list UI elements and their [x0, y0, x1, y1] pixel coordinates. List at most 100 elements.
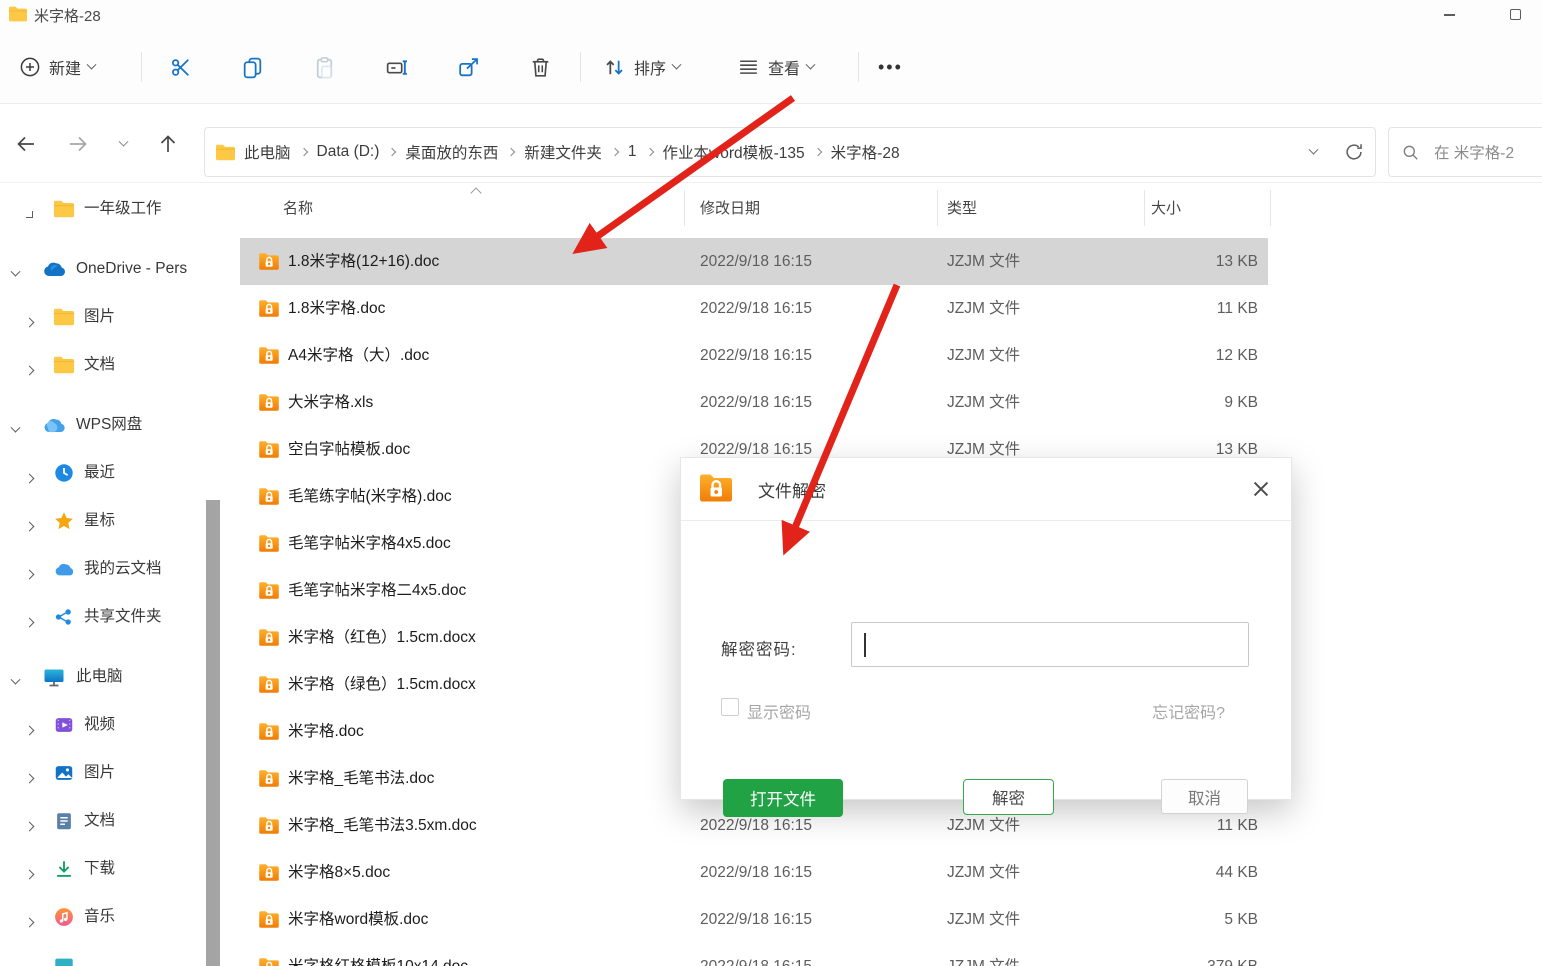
- sidebar-item[interactable]: 此电脑: [0, 653, 224, 701]
- sidebar-scrollbar-thumb[interactable]: [206, 500, 220, 966]
- expander-icon[interactable]: [25, 822, 35, 832]
- cancel-button[interactable]: 取消: [1161, 779, 1248, 814]
- sidebar-item[interactable]: 文档: [0, 341, 224, 389]
- expander-icon[interactable]: [25, 870, 35, 880]
- sidebar-item-label: 最近: [84, 449, 115, 497]
- file-type: JZJM 文件: [947, 332, 1020, 379]
- file-row[interactable]: 米字格8×5.doc 2022/9/18 16:15 JZJM 文件 44 KB: [240, 849, 1268, 896]
- close-icon[interactable]: [1246, 474, 1276, 504]
- sidebar-item[interactable]: 文档: [0, 797, 224, 845]
- file-row[interactable]: 大米字格.xls 2022/9/18 16:15 JZJM 文件 9 KB: [240, 379, 1268, 426]
- breadcrumb-item[interactable]: 桌面放的东西: [405, 141, 498, 163]
- column-divider[interactable]: [684, 190, 685, 226]
- maximize-button[interactable]: [1492, 0, 1538, 29]
- sidebar-item[interactable]: OneDrive - Pers: [0, 245, 224, 293]
- file-name: 米字格.doc: [288, 708, 364, 755]
- view-button-label: 查看: [768, 55, 800, 79]
- new-button[interactable]: 新建: [18, 30, 95, 104]
- open-file-button[interactable]: 打开文件: [723, 779, 843, 817]
- expander-icon[interactable]: [25, 366, 35, 376]
- copy-button[interactable]: [240, 30, 265, 104]
- breadcrumb-item[interactable]: Data (D:): [317, 143, 380, 161]
- decrypt-button[interactable]: 解密: [963, 779, 1054, 815]
- expander-icon[interactable]: [11, 267, 21, 277]
- back-button[interactable]: [13, 131, 39, 157]
- sort-icon: [602, 55, 627, 80]
- column-divider[interactable]: [937, 190, 938, 226]
- rename-button[interactable]: [384, 30, 409, 104]
- sidebar-item[interactable]: 一年级工作: [0, 185, 224, 233]
- paste-button[interactable]: [312, 30, 337, 104]
- column-divider[interactable]: [1270, 190, 1271, 226]
- expander-icon[interactable]: [25, 918, 35, 928]
- expander-icon[interactable]: [26, 211, 33, 218]
- cut-button[interactable]: [168, 30, 193, 104]
- expander-icon[interactable]: [25, 774, 35, 784]
- breadcrumb-item[interactable]: 米字格-28: [831, 141, 900, 163]
- breadcrumb-item[interactable]: 作业本word模板-135: [663, 141, 805, 163]
- search-box[interactable]: 在 米字格-2: [1388, 127, 1542, 177]
- expander-icon[interactable]: [25, 618, 35, 628]
- sidebar-item[interactable]: 共享文件夹: [0, 593, 224, 641]
- file-row[interactable]: 米字格红格模板10x14.doc 2022/9/18 16:15 JZJM 文件…: [240, 943, 1268, 966]
- sort-ascending-icon: [470, 187, 481, 198]
- expander-icon[interactable]: [25, 570, 35, 580]
- recent-locations-button[interactable]: [110, 131, 136, 157]
- breadcrumb-item[interactable]: 新建文件夹: [524, 141, 602, 163]
- search-input[interactable]: 在 米字格-2: [1434, 141, 1514, 163]
- breadcrumb-item[interactable]: 此电脑: [244, 141, 291, 163]
- rename-icon: [384, 55, 409, 80]
- chevron-down-icon: [806, 59, 816, 69]
- column-header-type[interactable]: 类型: [947, 197, 977, 218]
- sidebar-item[interactable]: 最近: [0, 449, 224, 497]
- show-password-checkbox[interactable]: [721, 698, 739, 716]
- address-dropdown-icon[interactable]: [1309, 144, 1319, 154]
- sort-button[interactable]: 排序: [602, 30, 680, 104]
- up-button[interactable]: [155, 131, 181, 157]
- locked-file-icon: [258, 815, 280, 836]
- expander-icon[interactable]: [25, 474, 35, 484]
- expander-icon[interactable]: [25, 318, 35, 328]
- forgot-password-link[interactable]: 忘记密码?: [1152, 699, 1225, 723]
- locked-file-icon: [258, 533, 280, 554]
- expander-icon[interactable]: [11, 675, 21, 685]
- dialog-header: 文件解密: [681, 458, 1291, 521]
- sidebar-item[interactable]: [0, 941, 224, 966]
- address-row: 此电脑 Data (D:) 桌面放的东西 新建文件夹 1: [0, 104, 1542, 183]
- column-header-date[interactable]: 修改日期: [700, 197, 760, 218]
- trash-icon: [528, 55, 553, 80]
- window-folder-icon: [8, 5, 28, 23]
- search-icon: [1401, 143, 1420, 162]
- text-cursor: [864, 633, 866, 657]
- breadcrumb-item[interactable]: 1: [628, 143, 637, 161]
- column-header-size[interactable]: 大小: [1151, 197, 1181, 218]
- delete-button[interactable]: [528, 30, 553, 104]
- file-row[interactable]: 1.8米字格.doc 2022/9/18 16:15 JZJM 文件 11 KB: [240, 285, 1268, 332]
- forward-button[interactable]: [65, 131, 91, 157]
- password-input[interactable]: [851, 622, 1249, 667]
- file-row[interactable]: 1.8米字格(12+16).doc 2022/9/18 16:15 JZJM 文…: [240, 238, 1268, 285]
- column-header-name[interactable]: 名称: [283, 197, 313, 218]
- navigation-pane: 一年级工作 OneDrive - Pers 图片 文档 WPS网盘: [0, 185, 224, 966]
- sidebar-item[interactable]: 视频: [0, 701, 224, 749]
- expander-icon[interactable]: [25, 522, 35, 532]
- sidebar-item[interactable]: WPS网盘: [0, 401, 224, 449]
- file-name: 米字格_毛笔书法.doc: [288, 755, 434, 802]
- sidebar-item[interactable]: 图片: [0, 749, 224, 797]
- address-bar[interactable]: 此电脑 Data (D:) 桌面放的东西 新建文件夹 1: [204, 127, 1376, 177]
- file-row[interactable]: A4米字格（大）.doc 2022/9/18 16:15 JZJM 文件 12 …: [240, 332, 1268, 379]
- sidebar-item[interactable]: 音乐: [0, 893, 224, 941]
- file-row[interactable]: 米字格word模板.doc 2022/9/18 16:15 JZJM 文件 5 …: [240, 896, 1268, 943]
- expander-icon[interactable]: [25, 726, 35, 736]
- share-button[interactable]: [456, 30, 481, 104]
- expander-icon[interactable]: [11, 423, 21, 433]
- minimize-button[interactable]: [1426, 0, 1472, 29]
- sidebar-item[interactable]: 我的云文档: [0, 545, 224, 593]
- refresh-icon[interactable]: [1343, 141, 1365, 163]
- view-button[interactable]: 查看: [736, 30, 814, 104]
- sidebar-item[interactable]: 下载: [0, 845, 224, 893]
- column-divider[interactable]: [1144, 190, 1145, 226]
- more-button[interactable]: •••: [878, 30, 903, 104]
- sidebar-item[interactable]: 星标: [0, 497, 224, 545]
- sidebar-item[interactable]: 图片: [0, 293, 224, 341]
